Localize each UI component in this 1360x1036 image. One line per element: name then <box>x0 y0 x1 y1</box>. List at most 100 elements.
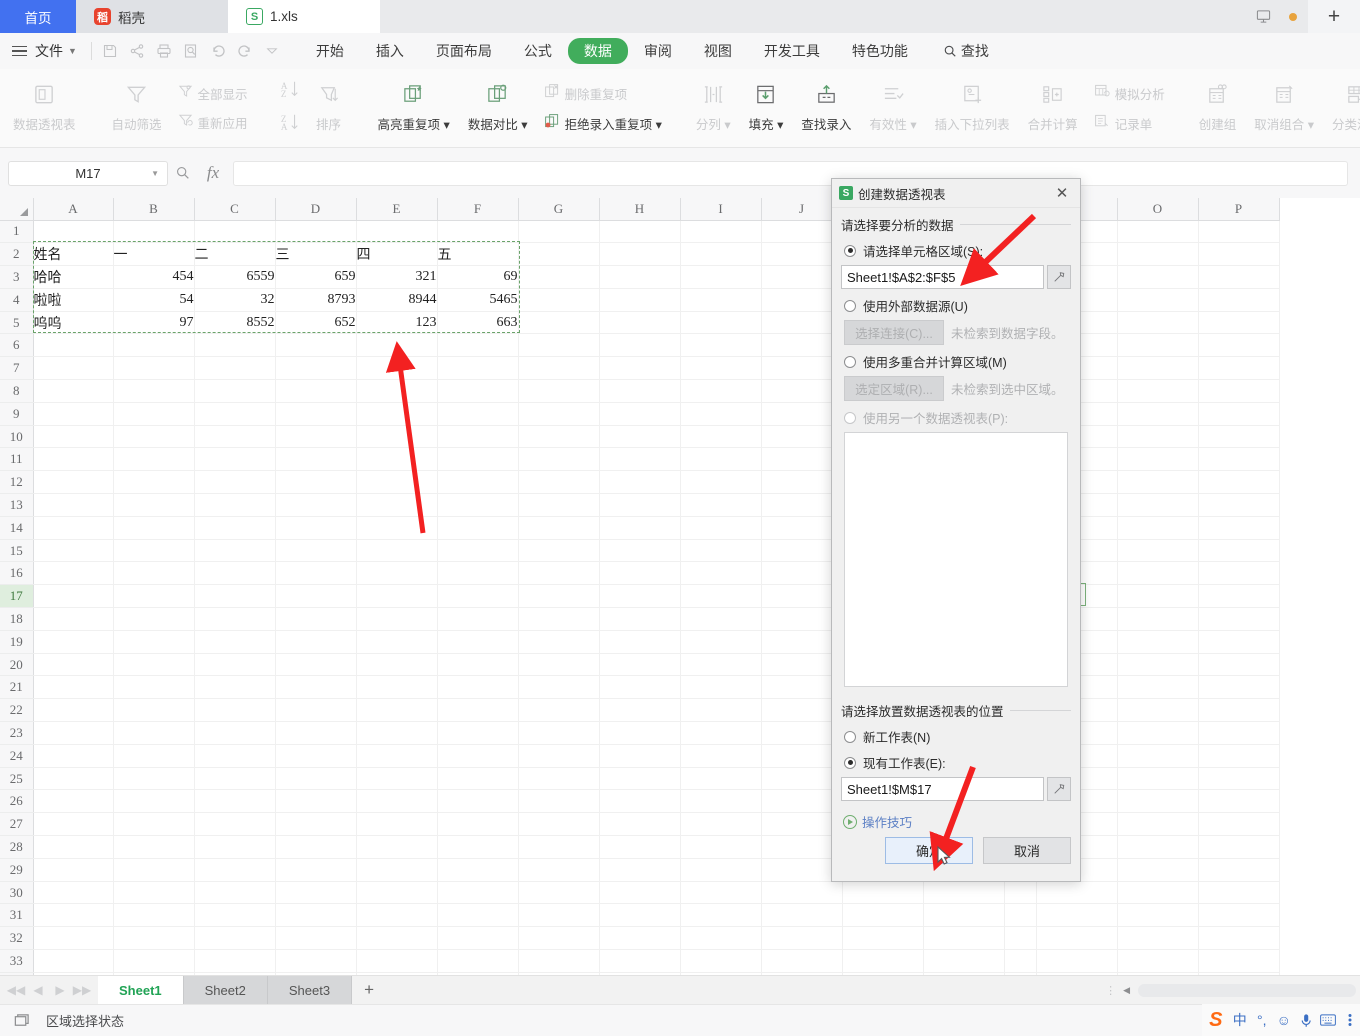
cell-A12[interactable] <box>33 470 114 495</box>
cell-I17[interactable] <box>680 584 762 609</box>
cell-P10[interactable] <box>1198 425 1280 449</box>
cell-D29[interactable] <box>275 858 357 882</box>
cell-M32[interactable] <box>1004 926 1037 950</box>
cell-J7[interactable] <box>761 356 843 381</box>
cell-E23[interactable] <box>356 721 438 745</box>
cell-D8[interactable] <box>275 379 357 403</box>
cell-J15[interactable] <box>761 539 843 563</box>
cell-O33[interactable] <box>1117 949 1199 973</box>
cell-A20[interactable] <box>33 653 114 677</box>
cell-G11[interactable] <box>518 447 600 472</box>
cell-I31[interactable] <box>680 903 762 928</box>
ribbon-tab-data[interactable]: 数据 <box>567 38 628 64</box>
cell-C16[interactable] <box>194 561 276 586</box>
cell-E31[interactable] <box>356 903 438 928</box>
cell-C21[interactable] <box>194 675 276 700</box>
cell-L32[interactable] <box>923 926 1005 950</box>
cell-E19[interactable] <box>356 630 438 654</box>
cell-P1[interactable] <box>1198 220 1280 244</box>
row-header-10[interactable]: 10 <box>0 425 34 449</box>
cell-J1[interactable] <box>761 220 843 244</box>
cell-E9[interactable] <box>356 402 438 426</box>
cell-C14[interactable] <box>194 516 276 540</box>
cell-D12[interactable] <box>275 470 357 495</box>
cell-I22[interactable] <box>680 698 762 723</box>
row-header-19[interactable]: 19 <box>0 630 34 654</box>
cell-C11[interactable] <box>194 447 276 472</box>
cell-C9[interactable] <box>194 402 276 426</box>
cell-B33[interactable] <box>113 949 195 973</box>
cell-B28[interactable] <box>113 835 195 859</box>
tips-link[interactable]: 操作技巧 <box>843 812 1071 831</box>
cell-D16[interactable] <box>275 561 357 586</box>
home-tab[interactable]: 首页 <box>0 0 76 33</box>
cell-C6[interactable] <box>194 333 276 358</box>
cell-H31[interactable] <box>599 903 681 928</box>
cell-I9[interactable] <box>680 402 762 426</box>
cell-I16[interactable] <box>680 561 762 586</box>
cell-O22[interactable] <box>1117 698 1199 723</box>
cell-E20[interactable] <box>356 653 438 677</box>
cell-A32[interactable] <box>33 926 114 950</box>
cell-I6[interactable] <box>680 333 762 358</box>
cell-G33[interactable] <box>518 949 600 973</box>
tab-daoke[interactable]: 稻 稻壳 <box>76 0 228 33</box>
cell-C28[interactable] <box>194 835 276 859</box>
cell-G3[interactable] <box>518 265 600 289</box>
fill-button[interactable]: 填充 ▾ <box>740 80 793 136</box>
cell-J8[interactable] <box>761 379 843 403</box>
reject-duplicates-button[interactable]: 拒绝录入重复项 ▾ <box>537 110 669 137</box>
cell-H7[interactable] <box>599 356 681 381</box>
cell-P23[interactable] <box>1198 721 1280 745</box>
cell-J9[interactable] <box>761 402 843 426</box>
cell-E33[interactable] <box>356 949 438 973</box>
cell-I12[interactable] <box>680 470 762 495</box>
cell-D10[interactable] <box>275 425 357 449</box>
ribbon-tab-page-layout[interactable]: 页面布局 <box>420 38 508 64</box>
row-header-6[interactable]: 6 <box>0 333 34 358</box>
nav-first-icon[interactable]: ◀◀ <box>6 983 26 997</box>
cell-F22[interactable] <box>437 698 519 723</box>
cell-A26[interactable] <box>33 789 114 814</box>
cell-P5[interactable] <box>1198 311 1280 335</box>
cell-P26[interactable] <box>1198 789 1280 814</box>
cell-D9[interactable] <box>275 402 357 426</box>
column-header-E[interactable]: E <box>356 198 438 221</box>
cell-H3[interactable] <box>599 265 681 289</box>
cell-C23[interactable] <box>194 721 276 745</box>
cell-B15[interactable] <box>113 539 195 563</box>
cell-I3[interactable] <box>680 265 762 289</box>
cell-G18[interactable] <box>518 607 600 631</box>
cell-O31[interactable] <box>1117 903 1199 928</box>
sort-ascending-button[interactable]: AZ <box>273 76 307 107</box>
cell-I1[interactable] <box>680 220 762 244</box>
cell-J23[interactable] <box>761 721 843 745</box>
cell-O13[interactable] <box>1117 493 1199 517</box>
cell-F31[interactable] <box>437 903 519 928</box>
ok-button[interactable]: 确定 <box>885 837 973 864</box>
ribbon-tab-dev-tools[interactable]: 开发工具 <box>748 38 836 64</box>
cell-D21[interactable] <box>275 675 357 700</box>
cell-A27[interactable] <box>33 812 114 837</box>
row-header-22[interactable]: 22 <box>0 698 34 723</box>
radio-existing-worksheet[interactable]: 现有工作表(E): <box>844 753 1071 772</box>
cell-O8[interactable] <box>1117 379 1199 403</box>
cell-A31[interactable] <box>33 903 114 928</box>
cell-G9[interactable] <box>518 402 600 426</box>
cell-B11[interactable] <box>113 447 195 472</box>
cell-C18[interactable] <box>194 607 276 631</box>
cell-O17[interactable] <box>1117 584 1199 609</box>
cell-A5[interactable]: 呜呜 <box>33 311 114 335</box>
row-header-16[interactable]: 16 <box>0 561 34 586</box>
cell-I21[interactable] <box>680 675 762 700</box>
cell-C29[interactable] <box>194 858 276 882</box>
redo-icon[interactable] <box>232 38 259 65</box>
cell-E22[interactable] <box>356 698 438 723</box>
cell-P22[interactable] <box>1198 698 1280 723</box>
insert-dropdown-button[interactable]: 插入下拉列表 <box>926 80 1019 136</box>
cell-F13[interactable] <box>437 493 519 517</box>
cell-B23[interactable] <box>113 721 195 745</box>
cell-H1[interactable] <box>599 220 681 244</box>
cell-P21[interactable] <box>1198 675 1280 700</box>
column-header-A[interactable]: A <box>33 198 114 221</box>
